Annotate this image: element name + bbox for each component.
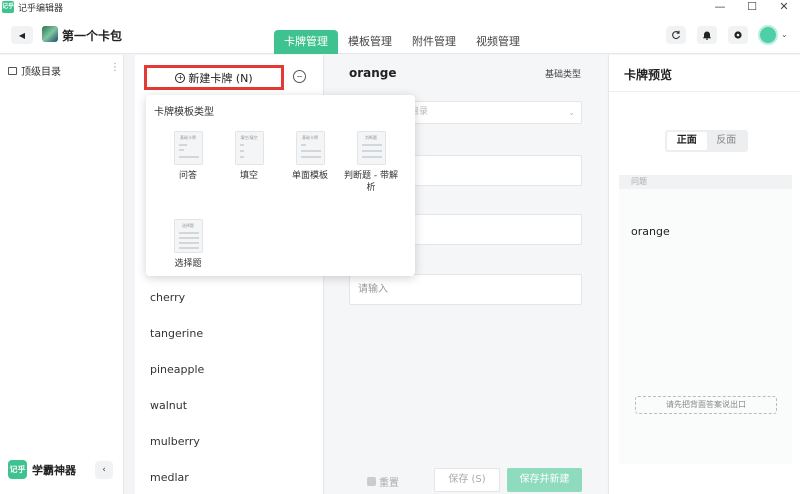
side-toggle: 正面 反面 xyxy=(665,130,748,152)
directory-root-label: 顶级目录 xyxy=(21,67,61,78)
new-card-button[interactable]: + 新建卡牌 (N) xyxy=(144,65,284,90)
collapse-sidebar-button[interactable]: ‹ xyxy=(95,461,113,479)
back-arrow-icon: ◀ xyxy=(18,30,26,40)
template-thumbnail: 选择题 xyxy=(173,219,203,253)
question-label: 问题 xyxy=(619,175,792,189)
card-list-item[interactable]: walnut xyxy=(150,399,187,412)
template-label: 单面模板 xyxy=(291,171,328,181)
card-type-label: 基础类型 xyxy=(545,70,582,80)
tab-attachment-management[interactable]: 附件管理 xyxy=(402,30,466,54)
title-bar: 记乎 记乎编辑器 — ☐ ✕ xyxy=(0,0,800,14)
notification-button[interactable] xyxy=(697,26,717,44)
template-label: 问答 xyxy=(178,171,197,181)
card-pack-avatar xyxy=(42,26,58,42)
settings-icon xyxy=(734,31,742,39)
refresh-button[interactable] xyxy=(666,26,686,44)
brand: 记乎 学霸神器 xyxy=(8,460,76,479)
user-avatar[interactable] xyxy=(758,25,778,45)
brand-logo: 记乎 xyxy=(8,460,27,479)
window-controls: — ☐ ✕ xyxy=(704,0,800,14)
save-button[interactable]: 保存 (S) xyxy=(434,468,500,492)
template-multiple-choice[interactable]: 选择题 选择题 xyxy=(158,219,218,270)
card-list-item[interactable]: medlar xyxy=(150,471,189,484)
card-list-item[interactable]: mulberry xyxy=(150,435,200,448)
back-button[interactable]: ◀ xyxy=(11,26,33,44)
bell-icon xyxy=(703,31,711,40)
card-preview-panel: 卡牌预览 正面 反面 问题 orange 请先把背面答案说出口 xyxy=(608,55,800,494)
card-pack-name: 第一个卡包 xyxy=(62,29,123,43)
template-true-false[interactable]: 判断题 判断题 - 带解析 xyxy=(341,131,401,194)
divider xyxy=(609,91,800,92)
card-title: orange xyxy=(349,66,397,80)
preview-title: 卡牌预览 xyxy=(624,68,673,82)
minus-circle-icon: − xyxy=(296,72,303,81)
collapse-all-button[interactable]: − xyxy=(293,70,306,83)
template-thumbnail: 判断题 xyxy=(356,131,386,165)
template-thumbnail: 填空/填空 xyxy=(234,131,264,165)
app-icon: 记乎 xyxy=(2,1,14,13)
popover-title: 卡牌模板类型 xyxy=(154,107,214,118)
template-label: 选择题 xyxy=(174,259,202,269)
template-cloze[interactable]: 填空/填空 填空 xyxy=(219,131,279,182)
chevron-down-icon[interactable]: ⌄ xyxy=(781,30,788,39)
reset-icon xyxy=(367,477,376,486)
close-button[interactable]: ✕ xyxy=(768,0,800,14)
more-options-icon[interactable]: ⋮ xyxy=(110,62,120,73)
template-thumbnail: 基础卡牌 xyxy=(295,131,325,165)
toggle-front[interactable]: 正面 xyxy=(667,132,707,150)
main-tabs: 卡牌管理 模板管理 附件管理 视频管理 xyxy=(274,30,530,54)
reset-button[interactable]: 重置 xyxy=(367,474,399,489)
directory-sidebar: 顶级目录 ⋮ 记乎 学霸神器 ‹ xyxy=(0,55,124,494)
window-title: 记乎编辑器 xyxy=(18,3,64,14)
minimize-button[interactable]: — xyxy=(704,0,736,14)
tab-video-management[interactable]: 视频管理 xyxy=(466,30,530,54)
template-single-side[interactable]: 基础卡牌 单面模板 xyxy=(280,131,340,182)
settings-button[interactable] xyxy=(728,26,748,44)
card-list-item[interactable]: pineapple xyxy=(150,363,204,376)
chevron-left-icon: ‹ xyxy=(102,465,106,475)
chevron-down-icon: ⌄ xyxy=(568,108,575,117)
maximize-button[interactable]: ☐ xyxy=(736,0,768,14)
reset-label: 重置 xyxy=(379,478,399,489)
folder-icon xyxy=(8,66,17,75)
toggle-back[interactable]: 反面 xyxy=(707,132,747,150)
template-label: 判断题 - 带解析 xyxy=(344,171,398,193)
tab-template-management[interactable]: 模板管理 xyxy=(338,30,402,54)
refresh-icon xyxy=(672,30,681,40)
card-list-item[interactable]: tangerine xyxy=(150,327,203,340)
new-card-label: 新建卡牌 (N) xyxy=(188,71,253,85)
template-qa[interactable]: 基础卡牌 问答 xyxy=(158,131,218,182)
template-thumbnail: 基础卡牌 xyxy=(173,131,203,165)
card-list-item[interactable]: cherry xyxy=(150,291,185,304)
directory-root[interactable]: 顶级目录 xyxy=(8,63,61,78)
text-input[interactable]: 请输入 xyxy=(349,274,582,305)
preview-question-text: orange xyxy=(631,225,670,238)
app-header: ◀ 第一个卡包 卡牌管理 模板管理 附件管理 视频管理 ⌄ xyxy=(0,14,800,54)
template-type-popover: 卡牌模板类型 基础卡牌 问答 填空/填空 填空 基础卡牌 单面模板 判断题 判断… xyxy=(146,95,415,276)
plus-circle-icon: + xyxy=(175,72,186,83)
template-label: 填空 xyxy=(239,171,258,181)
brand-name: 学霸神器 xyxy=(32,463,76,477)
reveal-answer-hint[interactable]: 请先把背面答案说出口 xyxy=(635,396,777,414)
tab-card-management[interactable]: 卡牌管理 xyxy=(274,30,338,54)
save-and-new-button[interactable]: 保存并新建 xyxy=(507,468,582,492)
